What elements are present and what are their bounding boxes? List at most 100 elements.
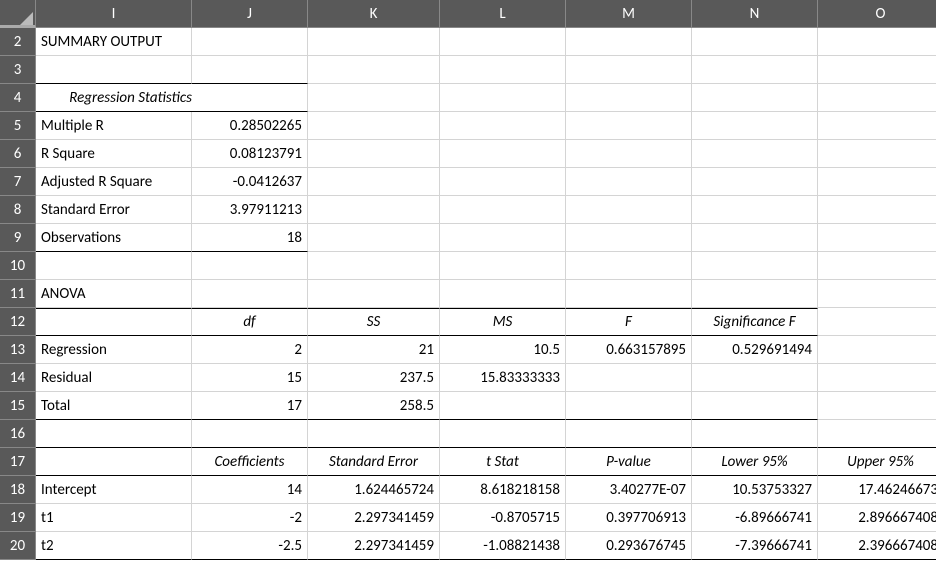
cell-L4[interactable] (440, 84, 566, 112)
cell-K15[interactable]: 258.5 (308, 392, 440, 420)
cell-I13[interactable]: Regression (36, 336, 192, 364)
cell-L10[interactable] (440, 252, 566, 280)
cell-K6[interactable] (308, 140, 440, 168)
cell-M17[interactable]: P-value (566, 448, 692, 476)
cell-N13[interactable]: 0.529691494 (692, 336, 818, 364)
cell-N14[interactable] (692, 364, 818, 392)
cell-J14[interactable]: 15 (192, 364, 308, 392)
cell-O17[interactable]: Upper 95% (818, 448, 936, 476)
cell-N5[interactable] (692, 112, 818, 140)
cell-O19[interactable]: 2.896667408 (818, 504, 936, 532)
cell-J12[interactable]: df (192, 308, 308, 336)
row-header-17[interactable]: 17 (0, 448, 36, 476)
cell-I10[interactable] (36, 252, 192, 280)
row-header-13[interactable]: 13 (0, 336, 36, 364)
cell-K18[interactable]: 1.624465724 (308, 476, 440, 504)
col-header-N[interactable]: N (692, 0, 818, 28)
cell-O11[interactable] (818, 280, 936, 308)
cell-M10[interactable] (566, 252, 692, 280)
cell-K14[interactable]: 237.5 (308, 364, 440, 392)
cell-O12[interactable] (818, 308, 936, 336)
cell-O7[interactable] (818, 168, 936, 196)
cell-O4[interactable] (818, 84, 936, 112)
col-header-L[interactable]: L (440, 0, 566, 28)
cell-J19[interactable]: -2 (192, 504, 308, 532)
cell-K2[interactable] (308, 28, 440, 56)
cell-N9[interactable] (692, 224, 818, 252)
row-header-20[interactable]: 20 (0, 532, 36, 560)
cell-K7[interactable] (308, 168, 440, 196)
cell-M2[interactable] (566, 28, 692, 56)
cell-I16[interactable] (36, 420, 192, 448)
cell-M11[interactable] (566, 280, 692, 308)
cell-K4[interactable] (308, 84, 440, 112)
col-header-I[interactable]: I (36, 0, 192, 28)
cell-J11[interactable] (192, 280, 308, 308)
cell-I15[interactable]: Total (36, 392, 192, 420)
cell-L5[interactable] (440, 112, 566, 140)
cell-N2[interactable] (692, 28, 818, 56)
cell-N10[interactable] (692, 252, 818, 280)
row-header-19[interactable]: 19 (0, 504, 36, 532)
row-header-2[interactable]: 2 (0, 28, 36, 56)
cell-O9[interactable] (818, 224, 936, 252)
cell-L3[interactable] (440, 56, 566, 84)
cell-J9[interactable]: 18 (192, 224, 308, 252)
cell-K12[interactable]: SS (308, 308, 440, 336)
cell-L13[interactable]: 10.5 (440, 336, 566, 364)
cell-M18[interactable]: 3.40277E-07 (566, 476, 692, 504)
cell-L6[interactable] (440, 140, 566, 168)
cell-N3[interactable] (692, 56, 818, 84)
cell-O3[interactable] (818, 56, 936, 84)
cell-O18[interactable]: 17.46246673 (818, 476, 936, 504)
cell-M13[interactable]: 0.663157895 (566, 336, 692, 364)
cell-I3[interactable] (36, 56, 192, 84)
cell-L14[interactable]: 15.83333333 (440, 364, 566, 392)
cell-L20[interactable]: -1.08821438 (440, 532, 566, 560)
cell-K11[interactable] (308, 280, 440, 308)
cell-K16[interactable] (308, 420, 440, 448)
cell-K5[interactable] (308, 112, 440, 140)
cell-I9[interactable]: Observations (36, 224, 192, 252)
col-header-K[interactable]: K (308, 0, 440, 28)
row-header-11[interactable]: 11 (0, 280, 36, 308)
cell-N4[interactable] (692, 84, 818, 112)
row-header-15[interactable]: 15 (0, 392, 36, 420)
cell-M20[interactable]: 0.293676745 (566, 532, 692, 560)
row-header-16[interactable]: 16 (0, 420, 36, 448)
row-header-6[interactable]: 6 (0, 140, 36, 168)
cell-K10[interactable] (308, 252, 440, 280)
cell-O20[interactable]: 2.396667408 (818, 532, 936, 560)
row-header-12[interactable]: 12 (0, 308, 36, 336)
cell-K19[interactable]: 2.297341459 (308, 504, 440, 532)
cell-K20[interactable]: 2.297341459 (308, 532, 440, 560)
row-header-3[interactable]: 3 (0, 56, 36, 84)
cell-M7[interactable] (566, 168, 692, 196)
cell-L17[interactable]: t Stat (440, 448, 566, 476)
cell-M9[interactable] (566, 224, 692, 252)
cell-O16[interactable] (818, 420, 936, 448)
cell-K8[interactable] (308, 196, 440, 224)
cell-J16[interactable] (192, 420, 308, 448)
cell-I12[interactable] (36, 308, 192, 336)
cell-K9[interactable] (308, 224, 440, 252)
cell-N12[interactable]: Significance F (692, 308, 818, 336)
cell-J7[interactable]: -0.0412637 (192, 168, 308, 196)
cell-L11[interactable] (440, 280, 566, 308)
cell-M19[interactable]: 0.397706913 (566, 504, 692, 532)
cell-I2[interactable]: SUMMARY OUTPUT (36, 28, 192, 56)
cell-M3[interactable] (566, 56, 692, 84)
cell-M4[interactable] (566, 84, 692, 112)
cell-J18[interactable]: 14 (192, 476, 308, 504)
cell-I14[interactable]: Residual (36, 364, 192, 392)
cell-L8[interactable] (440, 196, 566, 224)
cell-O13[interactable] (818, 336, 936, 364)
row-header-7[interactable]: 7 (0, 168, 36, 196)
cell-L2[interactable] (440, 28, 566, 56)
col-header-J[interactable]: J (192, 0, 308, 28)
cell-O6[interactable] (818, 140, 936, 168)
cell-K17[interactable]: Standard Error (308, 448, 440, 476)
row-header-18[interactable]: 18 (0, 476, 36, 504)
cell-I4[interactable]: Regression Statistics (36, 84, 192, 112)
cell-L12[interactable]: MS (440, 308, 566, 336)
